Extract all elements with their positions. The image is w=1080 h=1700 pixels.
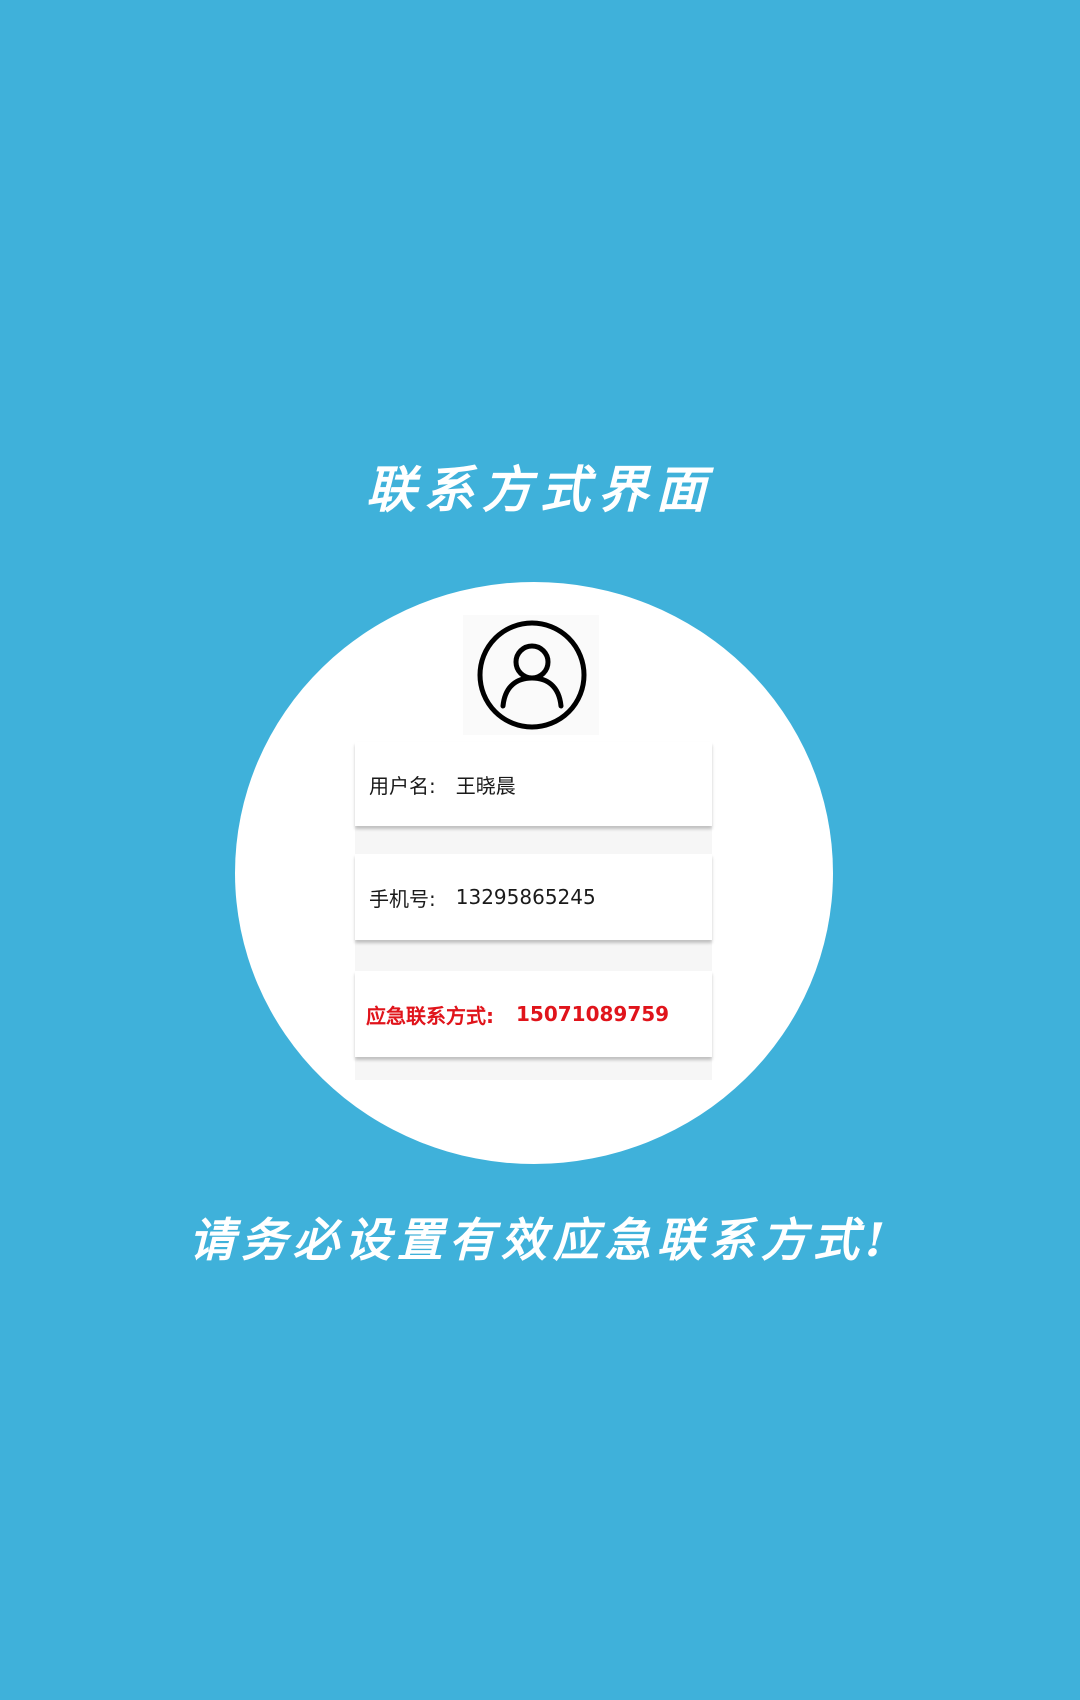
user-avatar-icon: [477, 620, 587, 730]
emergency-notice: 请务必设置有效应急联系方式!: [188, 1213, 892, 1267]
phone-value: 13295865245: [455, 885, 596, 909]
avatar[interactable]: [463, 615, 599, 735]
emergency-contact-label: 应急联系方式:: [366, 1003, 494, 1028]
page-title: 联系方式界面: [366, 460, 714, 519]
phone-label: 手机号:: [369, 886, 436, 911]
username-label: 用户名:: [369, 773, 436, 798]
username-value: 王晓晨: [455, 773, 516, 798]
username-row: 用户名: 王晓晨: [355, 742, 712, 826]
emergency-contact-row[interactable]: 应急联系方式: 15071089759: [355, 971, 712, 1057]
emergency-contact-value: 15071089759: [516, 1002, 670, 1026]
phone-row: 手机号: 13295865245: [355, 854, 712, 940]
contact-card-list: 用户名: 王晓晨 手机号: 13295865245 应急联系方式: 150710…: [355, 742, 712, 1080]
